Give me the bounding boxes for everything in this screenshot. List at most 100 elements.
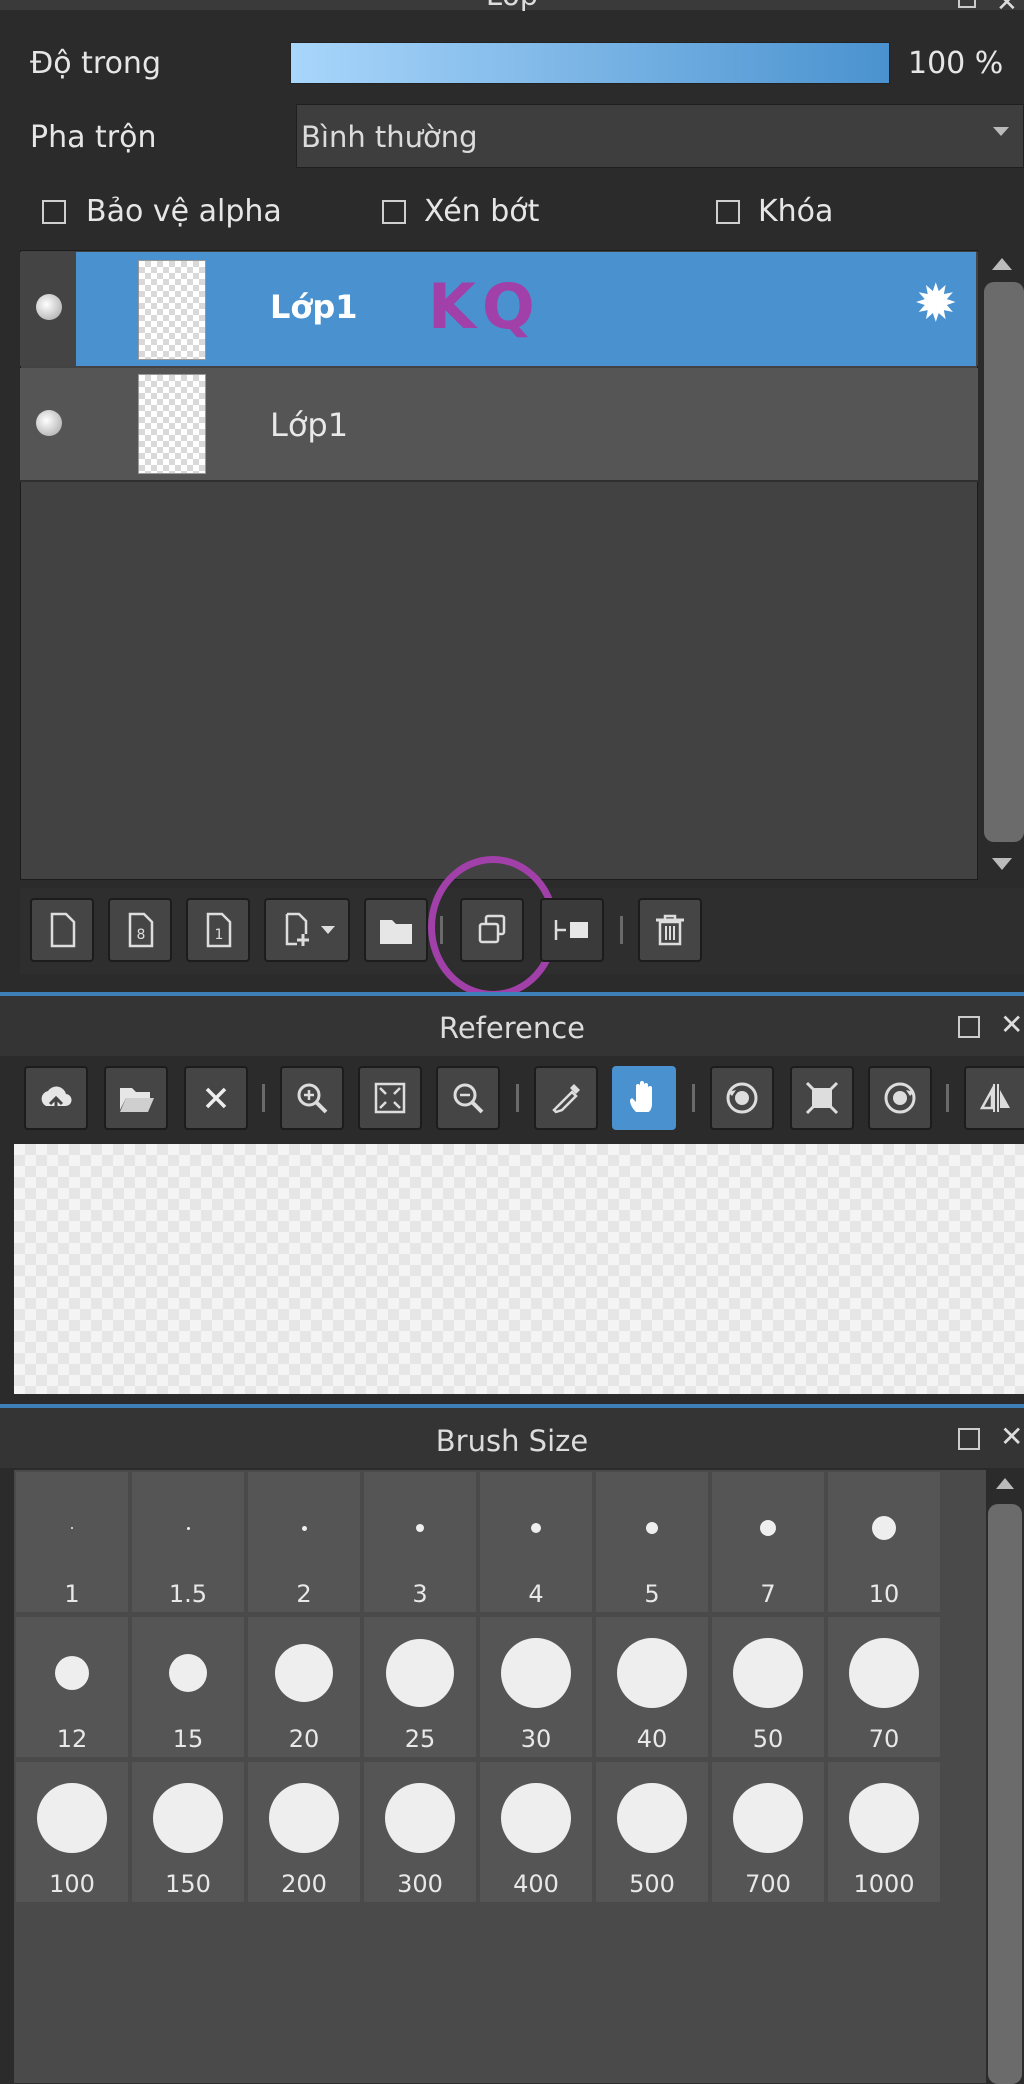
brush-size-cell[interactable]: 5 [596, 1472, 708, 1612]
brush-size-cell[interactable]: 12 [16, 1617, 128, 1757]
blend-select[interactable]: Bình thường [296, 104, 1024, 168]
cloud-upload-icon [41, 1086, 72, 1114]
delete-layer-button[interactable] [638, 898, 702, 962]
new-folder-button[interactable] [364, 898, 428, 962]
chevron-down-icon [993, 127, 1009, 136]
brush-size-cell[interactable]: 1.5 [132, 1472, 244, 1612]
clipping-checkbox[interactable] [382, 200, 406, 224]
brush-size-label: 50 [752, 1725, 784, 1753]
scroll-down-icon[interactable] [992, 858, 1012, 870]
hand-tool-button[interactable] [612, 1066, 676, 1130]
scroll-thumb[interactable] [988, 1504, 1022, 2084]
page-8-icon: 8 [128, 912, 154, 948]
brush-size-label: 300 [397, 1870, 443, 1898]
float-icon[interactable] [958, 1016, 980, 1038]
merge-icon [554, 920, 588, 940]
toolbar-separator [262, 1084, 265, 1112]
brush-size-cell[interactable]: 100 [16, 1762, 128, 1902]
brush-preview-dot [733, 1783, 803, 1853]
float-icon[interactable] [958, 1428, 980, 1450]
brush-size-label: 1000 [853, 1870, 915, 1898]
merge-down-button[interactable] [540, 898, 604, 962]
brush-size-cell[interactable]: 25 [364, 1617, 476, 1757]
brush-preview-dot [186, 1526, 190, 1530]
brush-size-cell[interactable]: 30 [480, 1617, 592, 1757]
brush-size-cell[interactable]: 2 [248, 1472, 360, 1612]
brush-size-cell[interactable]: 40 [596, 1617, 708, 1757]
fit-view-button[interactable] [358, 1066, 422, 1130]
scroll-thumb[interactable] [984, 282, 1024, 842]
brush-preview-dot [617, 1783, 687, 1853]
brush-size-cell[interactable]: 10 [828, 1472, 940, 1612]
brush-preview-dot [275, 1644, 333, 1702]
brush-size-label: 3 [412, 1580, 428, 1608]
zoom-out-button[interactable] [436, 1066, 500, 1130]
brush-size-cell[interactable]: 1000 [828, 1762, 940, 1902]
brush-size-cell[interactable]: 4 [480, 1472, 592, 1612]
brush-size-cell[interactable]: 70 [828, 1617, 940, 1757]
svg-text:8: 8 [137, 927, 146, 943]
chevron-down-icon [321, 926, 335, 934]
rotate-left-button[interactable] [710, 1066, 774, 1130]
reference-canvas[interactable] [14, 1144, 1024, 1394]
brush-preview-dot [617, 1638, 687, 1708]
brush-size-label: 7 [760, 1580, 776, 1608]
reset-rotation-button[interactable] [790, 1066, 854, 1130]
new-1bit-layer-button[interactable]: 1 [186, 898, 250, 962]
load-reference-button[interactable] [24, 1066, 88, 1130]
brush-scrollbar[interactable] [986, 1470, 1024, 2084]
brush-preview-dot [71, 1527, 73, 1529]
fit-screen-icon [374, 1082, 406, 1114]
brush-preview-dot [385, 1783, 455, 1853]
new-layer-button[interactable] [30, 898, 94, 962]
zoom-in-button[interactable] [280, 1066, 344, 1130]
brush-size-cell[interactable]: 300 [364, 1762, 476, 1902]
brush-size-cell[interactable]: 200 [248, 1762, 360, 1902]
rotate-right-button[interactable] [868, 1066, 932, 1130]
close-icon[interactable]: ✕ [1000, 1420, 1023, 1453]
brush-preview-dot [37, 1783, 107, 1853]
close-icon[interactable]: ✕ [996, 0, 1018, 18]
float-icon[interactable] [958, 0, 976, 8]
brush-size-cell[interactable]: 400 [480, 1762, 592, 1902]
brush-preview-dot [153, 1783, 223, 1853]
new-8bit-layer-button[interactable]: 8 [108, 898, 172, 962]
lock-checkbox[interactable] [716, 200, 740, 224]
layer-row-selected[interactable]: Lớp1 KQ ✹ [20, 252, 978, 366]
open-folder-button[interactable] [104, 1066, 168, 1130]
layer-visibility-icon[interactable] [36, 294, 62, 320]
brush-size-cell[interactable]: 700 [712, 1762, 824, 1902]
rotate-right-icon [884, 1082, 916, 1114]
brush-size-cell[interactable]: 150 [132, 1762, 244, 1902]
brush-size-cell[interactable]: 20 [248, 1617, 360, 1757]
layer-panel-title: Lớp [0, 0, 1024, 12]
clear-reference-button[interactable] [184, 1066, 248, 1130]
layer-scrollbar[interactable] [982, 250, 1024, 880]
scroll-up-icon[interactable] [992, 258, 1012, 270]
opacity-slider[interactable] [290, 42, 890, 84]
close-icon[interactable]: ✕ [1000, 1008, 1023, 1041]
toolbar-separator [692, 1084, 695, 1112]
gear-icon[interactable]: ✹ [914, 278, 958, 330]
brush-size-cell[interactable]: 500 [596, 1762, 708, 1902]
layer-row[interactable]: Lớp1 [20, 368, 978, 482]
page-icon [50, 912, 76, 948]
layer-visibility-icon[interactable] [36, 410, 62, 436]
brush-size-cell[interactable]: 50 [712, 1617, 824, 1757]
flip-button[interactable] [964, 1066, 1024, 1130]
alpha-protect-checkbox[interactable] [42, 200, 66, 224]
lock-label: Khóa [758, 194, 834, 229]
eyedropper-button[interactable] [534, 1066, 598, 1130]
clipping-label: Xén bớt [424, 194, 540, 229]
scroll-up-icon[interactable] [996, 1478, 1014, 1489]
brush-size-cell[interactable]: 3 [364, 1472, 476, 1612]
brush-size-label: 150 [165, 1870, 211, 1898]
add-layer-menu-button[interactable] [264, 898, 350, 962]
brush-preview-dot [501, 1783, 571, 1853]
brush-size-label: 100 [49, 1870, 95, 1898]
brush-size-label: 200 [281, 1870, 327, 1898]
brush-size-cell[interactable]: 7 [712, 1472, 824, 1612]
brush-size-label: 20 [288, 1725, 320, 1753]
brush-size-cell[interactable]: 1 [16, 1472, 128, 1612]
brush-size-cell[interactable]: 15 [132, 1617, 244, 1757]
